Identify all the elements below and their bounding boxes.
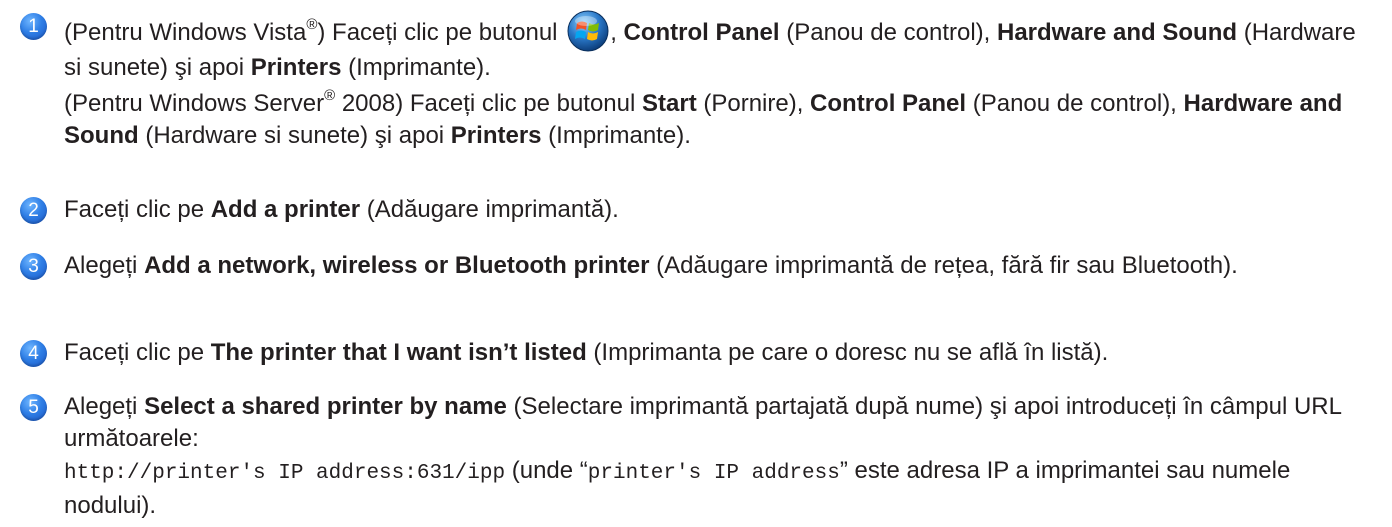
code-term: printer's IP address — [587, 462, 840, 485]
ui-term: Select a shared printer by name — [144, 393, 507, 420]
text-run: (Panou de control), — [966, 90, 1184, 117]
step-number-3: 3 — [20, 253, 47, 280]
step-3-text: Alegeți Add a network, wireless or Bluet… — [64, 250, 1370, 282]
ui-term: Control Panel — [623, 19, 780, 46]
step-4-text: Faceți clic pe The printer that I want i… — [64, 337, 1370, 369]
step-2-text: Faceți clic pe Add a printer (Adăugare i… — [64, 194, 1370, 226]
text-run: (Pentru Windows Server — [64, 90, 325, 117]
ui-term: Printers — [250, 54, 342, 81]
ui-term: Add a printer — [210, 196, 361, 223]
step-1-server-paragraph: (Pentru Windows Server® 2008) Faceți cli… — [64, 88, 1370, 152]
text-run: Faceți clic pe — [64, 196, 211, 223]
text-run: Faceți clic pe — [64, 339, 211, 366]
text-run: (Imprimante). — [341, 54, 491, 81]
text-run: (Imprimanta pe care o doresc nu se află … — [586, 339, 1109, 366]
text-run: (Panou de control), — [779, 19, 997, 46]
step-number-5: 5 — [20, 394, 47, 421]
text-run: (Adăugare imprimantă). — [360, 196, 619, 223]
step-5-text: Alegeți Select a shared printer by name … — [64, 391, 1370, 522]
text-run: (unde “ — [505, 457, 588, 484]
text-run: Alegeți — [64, 252, 145, 279]
url-code: http://printer's IP address:631/ipp — [64, 462, 506, 485]
step-1-text: (Pentru Windows Vista®) Faceți clic pe b… — [64, 10, 1370, 152]
text-run: Alegeți — [64, 393, 145, 420]
text-run: 2008) Faceți clic pe butonul — [335, 90, 642, 117]
text-run: (Imprimante). — [541, 122, 691, 149]
text-run: , — [610, 19, 624, 46]
ui-term: Add a network, wireless or Bluetooth pri… — [144, 252, 650, 279]
windows-start-orb-icon — [567, 10, 609, 52]
step-1-vista-paragraph: (Pentru Windows Vista®) Faceți clic pe b… — [64, 10, 1370, 84]
registered-mark: ® — [306, 16, 318, 33]
text-run: (Pornire), — [696, 90, 811, 117]
registered-mark: ® — [324, 87, 336, 104]
step-number-2: 2 — [20, 197, 47, 224]
step-number-1: 1 — [20, 13, 47, 40]
ui-term: Start — [642, 90, 697, 117]
ui-term: Hardware and Sound — [997, 19, 1238, 46]
ui-term: Printers — [450, 122, 542, 149]
text-run: ) Faceți clic pe butonul — [317, 19, 565, 46]
ui-term: The printer that I want isn’t listed — [210, 339, 587, 366]
ui-term: Control Panel — [810, 90, 967, 117]
text-run: (Adăugare imprimantă de rețea, fără fir … — [649, 252, 1238, 279]
text-run: (Pentru Windows Vista — [64, 19, 307, 46]
step-number-4: 4 — [20, 340, 47, 367]
text-run: (Hardware si sunete) şi apoi — [138, 122, 451, 149]
